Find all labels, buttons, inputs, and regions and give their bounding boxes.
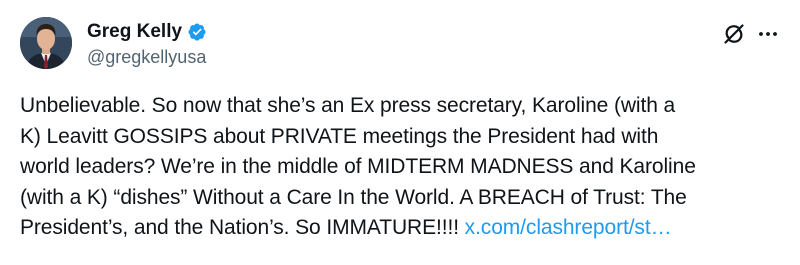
grok-icon[interactable] — [722, 22, 746, 46]
tweet-text: Unbelievable. So now that she’s an Ex pr… — [20, 91, 790, 244]
tweet-header: Greg Kelly @gregkellyusa — [20, 14, 207, 72]
tweet-actions — [722, 22, 780, 46]
avatar[interactable] — [20, 17, 72, 69]
author-names: Greg Kelly @gregkellyusa — [87, 19, 207, 68]
tweet-link[interactable]: x.com/clashreport/st… — [465, 216, 672, 239]
author-handle[interactable]: @gregkellyusa — [87, 47, 207, 68]
avatar-image — [20, 17, 72, 69]
author-display-name[interactable]: Greg Kelly — [87, 21, 182, 43]
verified-badge-icon — [187, 22, 207, 42]
more-options-icon[interactable] — [756, 22, 780, 46]
name-row: Greg Kelly — [87, 19, 207, 45]
tweet-card: Greg Kelly @gregkellyusa Unbelievable. S… — [0, 0, 800, 265]
